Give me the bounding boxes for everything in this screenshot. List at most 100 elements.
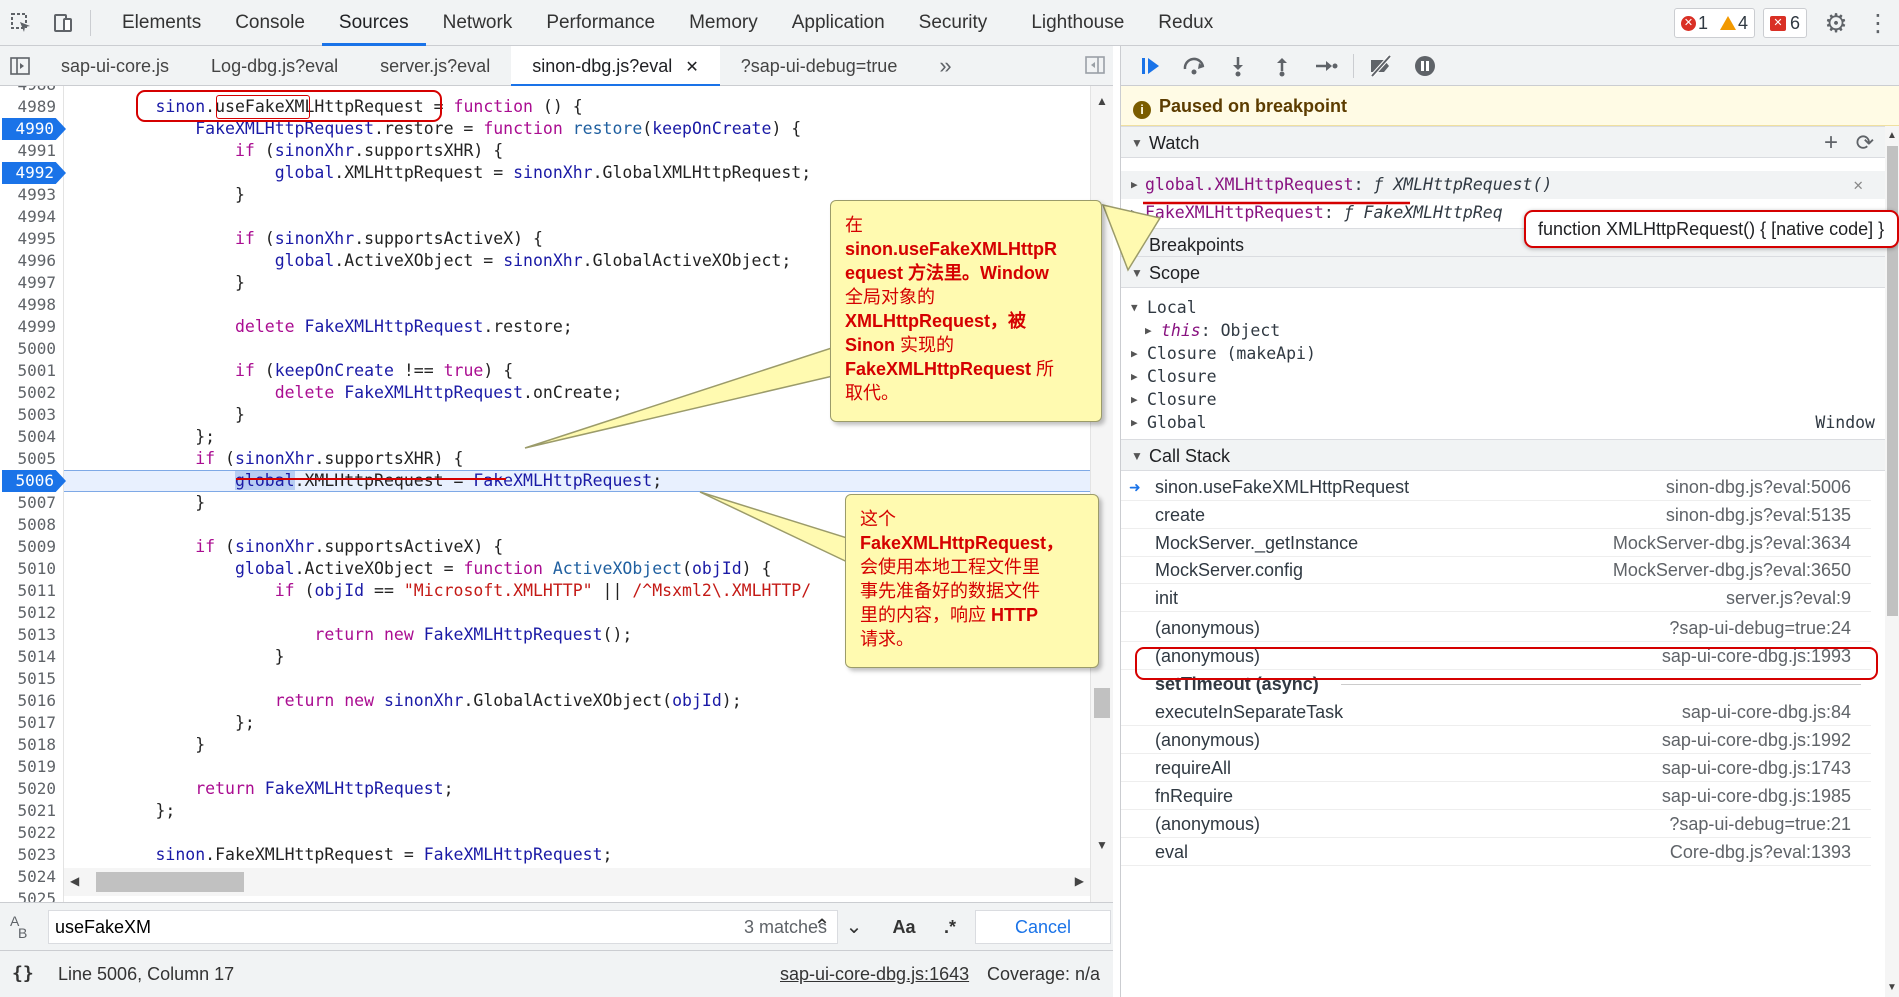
file-tab-sap-ui-debug[interactable]: ?sap-ui-debug=true — [720, 46, 919, 86]
line-number[interactable]: 4997 — [0, 272, 60, 294]
line-number-gutter[interactable]: 4988498949904991499249934994499549964997… — [0, 86, 66, 902]
breakpoint-line-number[interactable]: 4990 — [2, 118, 66, 140]
device-toolbar-icon[interactable] — [42, 0, 84, 46]
line-number[interactable]: 4999 — [0, 316, 60, 338]
gear-icon[interactable]: ⚙ — [1815, 0, 1857, 46]
scope-section-header[interactable]: ▼ Scope — [1121, 256, 1899, 288]
frame-location[interactable]: sinon-dbg.js?eval:5006 — [1666, 473, 1851, 501]
line-number[interactable]: 4993 — [0, 184, 60, 206]
frame-location[interactable]: MockServer-dbg.js?eval:3634 — [1613, 529, 1851, 557]
breakpoint-line-number[interactable]: 4992 — [2, 162, 66, 184]
tab-memory[interactable]: Memory — [672, 0, 775, 46]
tab-redux[interactable]: Redux — [1141, 0, 1230, 46]
tab-lighthouse[interactable]: Lighthouse — [1014, 0, 1141, 46]
frame-location[interactable]: sinon-dbg.js?eval:5135 — [1666, 501, 1851, 529]
scroll-thumb[interactable] — [96, 872, 244, 892]
regex-button[interactable]: .* — [930, 910, 970, 944]
line-number[interactable]: 5022 — [0, 822, 60, 844]
frame-location[interactable]: Core-dbg.js?eval:1393 — [1670, 838, 1851, 866]
line-number[interactable]: 4991 — [0, 140, 60, 162]
line-number[interactable]: 5005 — [0, 448, 60, 470]
line-number[interactable]: 4994 — [0, 206, 60, 228]
callstack-frame[interactable]: (anonymous) sap-ui-core-dbg.js:1992 — [1121, 726, 1871, 754]
scroll-right-icon[interactable]: ▶ — [1075, 874, 1084, 888]
tab-console[interactable]: Console — [218, 0, 322, 46]
line-number[interactable]: 5017 — [0, 712, 60, 734]
line-number[interactable]: 4989 — [0, 96, 60, 118]
tab-network[interactable]: Network — [426, 0, 530, 46]
frame-location[interactable]: sap-ui-core-dbg.js:1743 — [1662, 754, 1851, 782]
cancel-button[interactable]: Cancel — [975, 910, 1111, 944]
sidebar-scrollbar[interactable]: ▲ ▼ — [1885, 126, 1899, 997]
line-number[interactable]: 5014 — [0, 646, 60, 668]
file-tab-sinon-dbg[interactable]: sinon-dbg.js?eval ✕ — [511, 45, 720, 86]
delete-watch-icon[interactable]: ✕ — [1853, 171, 1863, 199]
tab-performance[interactable]: Performance — [529, 0, 672, 46]
frame-location[interactable]: sap-ui-core-dbg.js:1985 — [1662, 782, 1851, 810]
add-watch-icon[interactable]: + — [1824, 127, 1838, 159]
frame-location[interactable]: server.js?eval:9 — [1726, 584, 1851, 612]
toggle-navigator-icon[interactable] — [0, 46, 40, 86]
scroll-up-icon[interactable]: ▲ — [1887, 130, 1897, 141]
line-number[interactable]: 5001 — [0, 360, 60, 382]
scroll-left-icon[interactable]: ◀ — [70, 874, 79, 888]
refresh-watch-icon[interactable]: ⟳ — [1856, 127, 1874, 159]
file-tab-sap-ui-core[interactable]: sap-ui-core.js — [40, 46, 190, 86]
tab-sources[interactable]: Sources — [321, 0, 426, 46]
line-number[interactable]: 5020 — [0, 778, 60, 800]
line-number[interactable]: 5009 — [0, 536, 60, 558]
more-options-icon[interactable]: ⋮ — [1857, 0, 1899, 46]
line-number[interactable]: 5003 — [0, 404, 60, 426]
line-number[interactable]: 5007 — [0, 492, 60, 514]
line-number[interactable]: 4988 — [0, 86, 60, 96]
line-number[interactable]: 5000 — [0, 338, 60, 360]
scroll-thumb[interactable] — [1094, 688, 1110, 718]
console-counts-badge[interactable]: ✕ 1 4 — [1673, 8, 1755, 38]
line-number[interactable]: 5025 — [0, 888, 60, 902]
issues-badge[interactable]: ✕ 6 — [1762, 8, 1807, 38]
step-into-icon[interactable] — [1221, 49, 1255, 83]
line-number[interactable]: 5012 — [0, 602, 60, 624]
frame-location[interactable]: sap-ui-core-dbg.js:1992 — [1662, 726, 1851, 754]
tab-security[interactable]: Security — [902, 0, 1005, 46]
find-input[interactable] — [49, 911, 549, 943]
deactivate-breakpoints-icon[interactable] — [1364, 49, 1398, 83]
frame-location[interactable]: sap-ui-core-dbg.js:84 — [1682, 698, 1851, 726]
line-number[interactable]: 4998 — [0, 294, 60, 316]
callstack-frame[interactable]: eval Core-dbg.js?eval:1393 — [1121, 838, 1871, 866]
scroll-down-icon[interactable]: ▼ — [1096, 838, 1108, 852]
callstack-frame[interactable]: init server.js?eval:9 — [1121, 584, 1871, 612]
toggle-debugger-icon[interactable] — [1085, 56, 1105, 79]
callstack-frame[interactable]: ➜ sinon.useFakeXMLHttpRequest sinon-dbg.js… — [1121, 473, 1871, 501]
line-number[interactable]: 5023 — [0, 844, 60, 866]
tab-elements[interactable]: Elements — [105, 0, 218, 46]
pause-on-exceptions-icon[interactable] — [1408, 49, 1442, 83]
scope-global[interactable]: ▶ Global Window — [1121, 409, 1881, 437]
callstack-frame[interactable]: executeInSeparateTask sap-ui-core-dbg.js:… — [1121, 698, 1871, 726]
line-number[interactable]: 5019 — [0, 756, 60, 778]
step-over-icon[interactable] — [1177, 49, 1211, 83]
frame-location[interactable]: ?sap-ui-debug=true:24 — [1669, 614, 1851, 642]
close-icon[interactable]: ✕ — [685, 59, 698, 76]
line-number[interactable]: 5013 — [0, 624, 60, 646]
replace-toggle-icon[interactable]: AB — [10, 914, 27, 940]
callstack-frame[interactable]: requireAll sap-ui-core-dbg.js:1743 — [1121, 754, 1871, 782]
file-tab-server[interactable]: server.js?eval — [359, 46, 511, 86]
file-tab-log-dbg[interactable]: Log-dbg.js?eval — [190, 46, 359, 86]
watch-item[interactable]: ▶ global.XMLHttpRequest: ƒ XMLHttpReques… — [1121, 171, 1885, 199]
callstack-frame[interactable]: fnRequire sap-ui-core-dbg.js:1985 — [1121, 782, 1871, 810]
callstack-frame[interactable]: (anonymous) ?sap-ui-debug=true:21 — [1121, 810, 1871, 838]
more-tabs-icon[interactable]: » — [918, 46, 972, 86]
pretty-print-icon[interactable]: {} — [12, 951, 34, 997]
find-previous-button[interactable]: ⌃ — [806, 910, 838, 944]
line-number[interactable]: 5024 — [0, 866, 60, 888]
callstack-frame[interactable]: MockServer._getInstance MockServer-dbg.js… — [1121, 529, 1871, 557]
callstack-frame[interactable]: (anonymous) ?sap-ui-debug=true:24 — [1121, 614, 1871, 642]
watch-section-header[interactable]: ▼ Watch + ⟳ — [1121, 126, 1899, 158]
scroll-down-icon[interactable]: ▼ — [1887, 982, 1897, 993]
line-number[interactable]: 5021 — [0, 800, 60, 822]
line-number[interactable]: 4996 — [0, 250, 60, 272]
callstack-frame[interactable]: create sinon-dbg.js?eval:5135 — [1121, 501, 1871, 529]
step-icon[interactable] — [1309, 49, 1343, 83]
breakpoint-line-number[interactable]: 5006 — [2, 470, 66, 492]
